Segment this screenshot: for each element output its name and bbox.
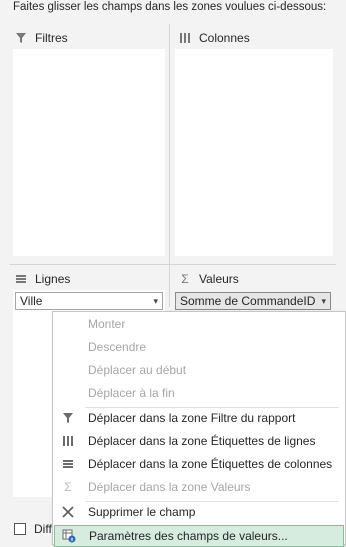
filters-drop-zone[interactable]	[13, 49, 165, 256]
menu-item-move-to-end[interactable]: Déplacer à la fin	[54, 382, 344, 404]
field-context-menu: Monter Descendre Déplacer au début Dépla…	[52, 311, 346, 547]
menu-item-move-down[interactable]: Descendre	[54, 336, 344, 358]
columns-zone-label: Colonnes	[199, 31, 250, 45]
columns-icon	[178, 31, 192, 45]
rows-field-label: Ville	[20, 294, 43, 308]
sigma-icon: Σ	[64, 480, 72, 494]
menu-item-move-up[interactable]: Monter	[54, 313, 344, 335]
chevron-down-icon[interactable]: ▾	[153, 296, 158, 307]
menu-item-move-to-filters[interactable]: Déplacer dans la zone Filtre du rapport	[54, 407, 344, 429]
menu-item-move-to-row-labels[interactable]: Déplacer dans la zone Étiquettes de lign…	[54, 430, 344, 452]
values-field-label: Somme de CommandeID	[180, 294, 316, 308]
defer-update-checkbox[interactable]	[14, 523, 26, 535]
rows-zone-header: Lignes	[14, 270, 70, 288]
values-zone-header: Σ Valeurs	[178, 270, 239, 288]
values-field-sum-commandeid[interactable]: Somme de CommandeID ▾	[175, 292, 331, 310]
columns-zone-header: Colonnes	[178, 29, 250, 47]
menu-item-move-to-start[interactable]: Déplacer au début	[54, 359, 344, 381]
rows-zone-label: Lignes	[35, 272, 71, 286]
rows-icon	[54, 458, 82, 470]
columns-drop-zone[interactable]	[175, 49, 333, 256]
zone-divider-vertical-lower	[169, 267, 170, 307]
menu-item-move-to-values[interactable]: Σ Déplacer dans la zone Valeurs	[54, 476, 344, 498]
close-icon	[54, 506, 82, 518]
filters-zone-header: Filtres	[14, 29, 68, 47]
menu-item-move-to-column-labels[interactable]: Déplacer dans la zone Étiquettes de colo…	[54, 453, 344, 475]
values-zone-label: Valeurs	[199, 272, 239, 286]
zone-divider-vertical	[169, 24, 170, 267]
zone-divider-horizontal	[10, 264, 336, 265]
instruction-text: Faites glisser les champs dans les zones…	[13, 1, 327, 13]
sigma-icon: Σ	[181, 272, 189, 286]
filters-zone-label: Filtres	[35, 31, 68, 45]
rows-field-ville[interactable]: Ville ▾	[15, 292, 163, 310]
field-settings-icon	[55, 529, 83, 543]
columns-icon	[54, 435, 82, 447]
defer-update-label: Diff	[34, 522, 52, 536]
menu-item-remove-field[interactable]: Supprimer le champ	[54, 501, 344, 523]
filter-icon	[54, 412, 82, 424]
menu-item-value-field-settings[interactable]: Paramètres des champs de valeurs...	[54, 525, 344, 547]
rows-icon	[14, 272, 28, 286]
filter-icon	[14, 31, 28, 45]
chevron-down-icon[interactable]: ▾	[321, 296, 326, 307]
